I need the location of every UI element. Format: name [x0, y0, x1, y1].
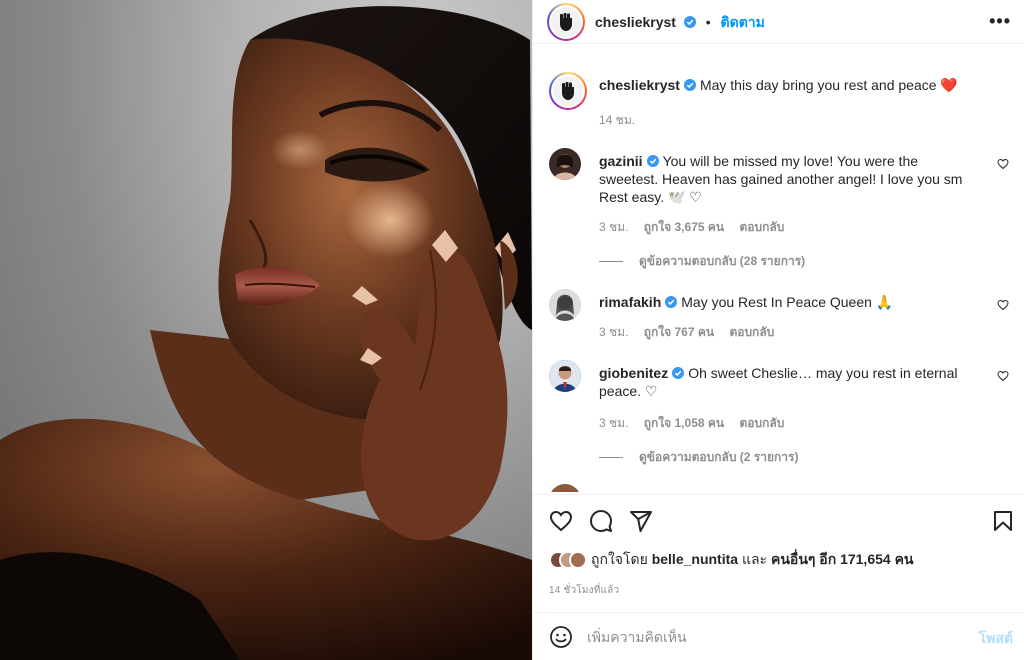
verified-icon	[683, 79, 696, 91]
emoji-icon[interactable]	[549, 625, 573, 649]
comments-list[interactable]: chesliekryst May this day bring you rest …	[533, 54, 1024, 492]
more-options-button[interactable]: •••	[989, 12, 1011, 30]
separator-dot: •	[705, 14, 711, 30]
avatar-portrait-icon	[549, 360, 581, 392]
caption-avatar[interactable]	[549, 72, 587, 110]
post-view: chesliekryst • ติดตาม ••• chesliekryst M…	[0, 0, 1024, 660]
likes-prefix: ถูกใจโดย	[591, 551, 648, 567]
comment-avatar[interactable]	[549, 484, 581, 492]
comment-avatar[interactable]	[549, 148, 581, 180]
comment-likes[interactable]: ถูกใจ 1,058 คน	[644, 416, 724, 430]
post-time: 14 ชั่วโมงที่แล้ว	[549, 585, 620, 596]
verified-icon	[646, 155, 659, 167]
comment-username[interactable]: gazinii	[599, 153, 643, 169]
author-username[interactable]: chesliekryst	[595, 14, 676, 30]
replies-line	[599, 457, 623, 459]
caption-username[interactable]: chesliekryst	[599, 77, 680, 93]
likes-and: และ	[741, 551, 768, 567]
post-panel: chesliekryst • ติดตาม ••• chesliekryst M…	[532, 0, 1024, 660]
view-replies-button[interactable]: ดูข้อความตอบกลับ (2 รายการ)	[599, 448, 798, 467]
replies-line	[599, 261, 623, 263]
view-replies-label: ดูข้อความตอบกลับ (28 รายการ)	[639, 254, 806, 268]
verified-icon	[665, 296, 678, 308]
comment-username[interactable]: rimafakih	[599, 294, 661, 310]
comment-like-icon[interactable]	[997, 370, 1009, 382]
verified-icon	[672, 367, 685, 379]
comment-text: May you Rest In Peace Queen 🙏	[681, 294, 894, 310]
comment-input[interactable]	[587, 626, 947, 648]
likes-summary[interactable]: ถูกใจโดย belle_nuntita และ คนอื่นๆ อีก 1…	[549, 549, 914, 571]
avatar-portrait-icon	[549, 289, 581, 321]
fist-icon	[560, 13, 572, 31]
post-actions: ถูกใจโดย belle_nuntita และ คนอื่นๆ อีก 1…	[533, 494, 1024, 612]
liker-username[interactable]: belle_nuntita	[652, 551, 738, 567]
bookmark-icon[interactable]	[991, 509, 1015, 533]
comment-likes[interactable]: ถูกใจ 3,675 คน	[644, 220, 724, 234]
comment-composer: โพสต์	[533, 612, 1024, 660]
comment-icon[interactable]	[589, 509, 613, 533]
author-avatar[interactable]	[547, 3, 585, 41]
comment-like-icon[interactable]	[997, 158, 1009, 170]
comment-time: 3 ชม.	[599, 220, 629, 234]
likes-others[interactable]: คนอื่นๆ อีก 171,654 คน	[771, 551, 914, 567]
post-header: chesliekryst • ติดตาม •••	[533, 0, 1024, 44]
comment-time: 3 ชม.	[599, 416, 629, 430]
reply-button[interactable]: ตอบกลับ	[739, 416, 784, 430]
liker-avatar	[569, 551, 587, 569]
caption-time: 14 ชม.	[599, 113, 636, 127]
comment-time: 3 ชม.	[599, 325, 629, 339]
post-comment-button[interactable]: โพสต์	[979, 628, 1013, 650]
comment-avatar[interactable]	[549, 289, 581, 321]
reply-button[interactable]: ตอบกลับ	[729, 325, 774, 339]
view-replies-button[interactable]: ดูข้อความตอบกลับ (28 รายการ)	[599, 252, 805, 271]
more-icon: •••	[989, 11, 1011, 31]
comment-username[interactable]: giobenitez	[599, 365, 668, 381]
heart-icon[interactable]	[549, 509, 573, 533]
view-replies-label: ดูข้อความตอบกลับ (2 รายการ)	[639, 450, 799, 464]
comment-like-icon[interactable]	[997, 299, 1009, 311]
post-photo[interactable]	[0, 0, 532, 660]
verified-icon	[683, 16, 696, 28]
caption-text: May this day bring you rest and peace ❤️	[699, 77, 958, 93]
comment-likes[interactable]: ถูกใจ 767 คน	[644, 325, 714, 339]
avatar-portrait-icon	[553, 154, 577, 180]
reply-button[interactable]: ตอบกลับ	[739, 220, 784, 234]
comment-avatar[interactable]	[549, 360, 581, 392]
follow-button[interactable]: ติดตาม	[721, 14, 765, 30]
fist-icon	[562, 82, 574, 100]
share-icon[interactable]	[629, 509, 653, 533]
portrait-image	[0, 6, 532, 660]
